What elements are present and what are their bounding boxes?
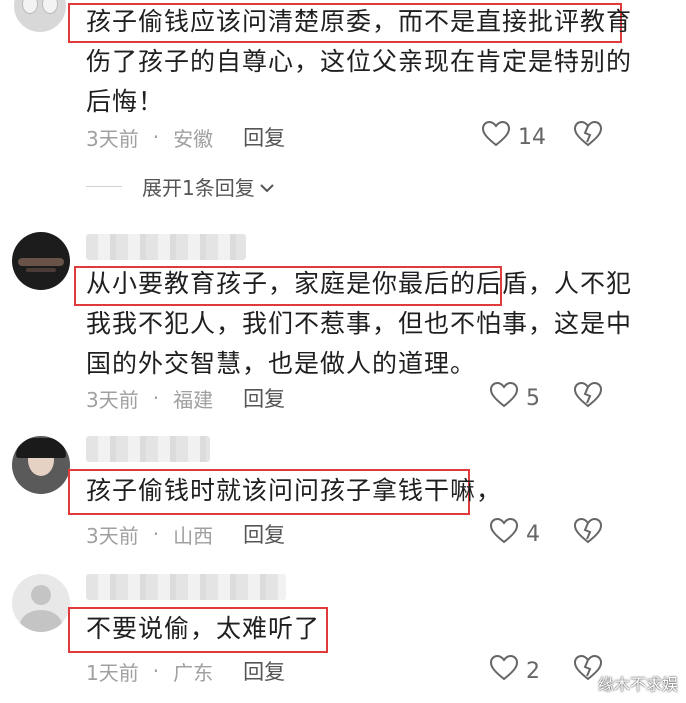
divider bbox=[86, 186, 122, 187]
dislike-button[interactable] bbox=[573, 120, 603, 151]
meta-separator: · bbox=[152, 386, 160, 410]
chevron-down-icon bbox=[259, 175, 275, 199]
comment-text: 从小要教育孩子，家庭是你最后的后盾，人不犯 我我不犯人，我们不惹事，但也不怕事，… bbox=[86, 264, 646, 384]
heart-outline-icon bbox=[489, 654, 526, 687]
comment-meta: 3天前 · 福建 回复 bbox=[86, 383, 285, 413]
comment-line: 孩子偷钱应该问清楚原委，而不是直接批评教育 bbox=[86, 7, 633, 36]
avatar[interactable] bbox=[12, 436, 70, 494]
comment-line: 孩子偷钱时就该问问孩子拿钱干嘛， bbox=[86, 476, 503, 505]
watermark: 缘木不求娱 bbox=[597, 675, 678, 694]
dislike-button[interactable] bbox=[573, 517, 603, 548]
comment-location: 安徽 bbox=[173, 126, 214, 151]
meta-separator: · bbox=[152, 659, 160, 683]
comment-text: 孩子偷钱应该问清楚原委，而不是直接批评教育 伤了孩子的自尊心，这位父亲现在肯定是… bbox=[86, 2, 646, 122]
comment-line: 国的外交智慧，也是做人的道理。 bbox=[86, 349, 477, 378]
heart-outline-icon bbox=[489, 381, 526, 414]
broken-heart-icon bbox=[573, 381, 603, 412]
comment-line: 伤了孩子的自尊心，这位父亲现在肯定是特别的 bbox=[86, 47, 633, 76]
username-blurred bbox=[86, 574, 286, 600]
broken-heart-icon bbox=[573, 517, 603, 548]
meta-separator: · bbox=[152, 125, 160, 149]
comment-meta: 1天前 · 广东 回复 bbox=[86, 656, 285, 686]
dislike-button[interactable] bbox=[573, 381, 603, 412]
comment-line: 不要说偷，太难听了 bbox=[86, 614, 321, 643]
username-blurred bbox=[86, 234, 246, 260]
comment-line: 我我不犯人，我们不惹事，但也不怕事，这是中 bbox=[86, 309, 633, 338]
meta-separator: · bbox=[152, 522, 160, 546]
username-blurred bbox=[86, 436, 210, 462]
broken-heart-icon bbox=[573, 120, 603, 151]
like-count: 5 bbox=[526, 385, 540, 411]
comment-text: 不要说偷，太难听了 bbox=[86, 609, 646, 649]
comment-location: 广东 bbox=[173, 660, 214, 685]
heart-outline-icon bbox=[489, 517, 526, 550]
reply-button[interactable]: 回复 bbox=[243, 383, 285, 413]
comment-time: 3天前 bbox=[86, 523, 139, 548]
comment-time: 1天前 bbox=[86, 660, 139, 685]
reply-button[interactable]: 回复 bbox=[243, 122, 285, 152]
heart-outline-icon bbox=[481, 120, 518, 153]
comment-line: 从小要教育孩子，家庭是你最后的后盾，人不犯 bbox=[86, 269, 633, 298]
expand-label: 展开1条回复 bbox=[142, 176, 255, 200]
like-button[interactable]: 2 bbox=[489, 654, 540, 687]
like-button[interactable]: 5 bbox=[489, 381, 540, 414]
avatar[interactable] bbox=[14, 0, 66, 32]
like-button[interactable]: 14 bbox=[481, 120, 546, 153]
expand-replies[interactable]: 展开1条回复 bbox=[86, 172, 275, 201]
reply-button[interactable]: 回复 bbox=[243, 519, 285, 549]
comment-meta: 3天前 · 山西 回复 bbox=[86, 519, 285, 549]
avatar[interactable] bbox=[12, 574, 70, 632]
comment-time: 3天前 bbox=[86, 126, 139, 151]
like-count: 4 bbox=[526, 521, 540, 547]
like-button[interactable]: 4 bbox=[489, 517, 540, 550]
comment-meta: 3天前 · 安徽 回复 bbox=[86, 122, 285, 152]
comment-location: 福建 bbox=[173, 387, 214, 412]
comment-line: 后悔！ bbox=[86, 87, 165, 116]
comment-time: 3天前 bbox=[86, 387, 139, 412]
comment-location: 山西 bbox=[173, 523, 214, 548]
comment-text: 孩子偷钱时就该问问孩子拿钱干嘛， bbox=[86, 471, 646, 511]
reply-button[interactable]: 回复 bbox=[243, 656, 285, 686]
avatar[interactable] bbox=[12, 232, 70, 290]
like-count: 2 bbox=[526, 658, 540, 684]
like-count: 14 bbox=[518, 124, 546, 150]
